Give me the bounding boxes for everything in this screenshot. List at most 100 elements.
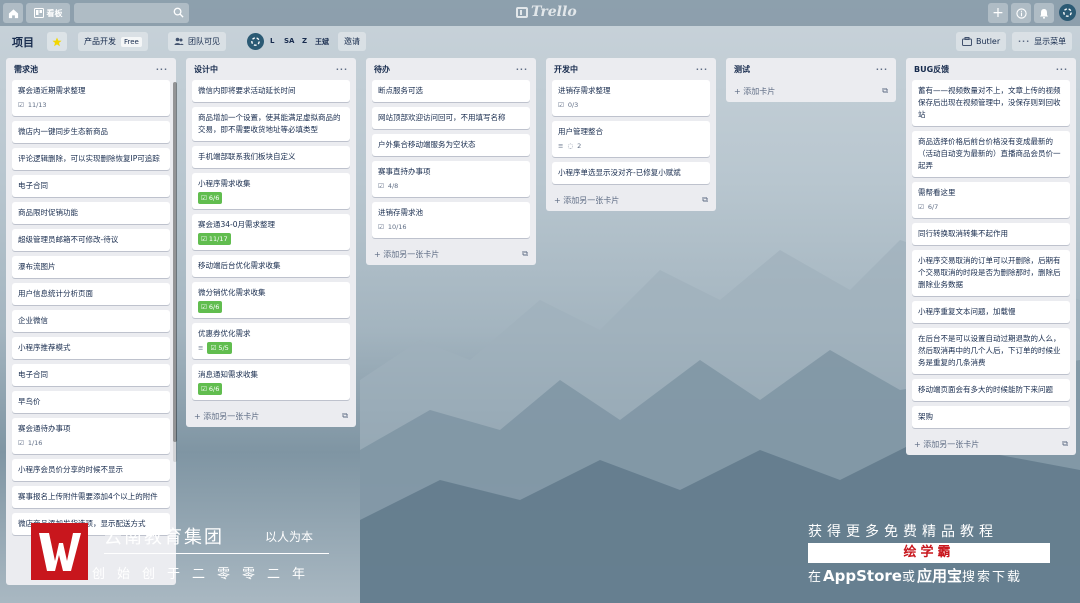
card[interactable]: 架购 bbox=[912, 406, 1070, 428]
list-title[interactable]: BUG反馈 bbox=[914, 64, 949, 75]
team-visibility-icon bbox=[174, 37, 184, 45]
watermark-logo-icon bbox=[39, 533, 81, 571]
checklist-icon: ☑ bbox=[378, 182, 384, 190]
create-button[interactable]: + bbox=[988, 3, 1008, 23]
card[interactable]: 微店内一键同步生态新商品 bbox=[12, 121, 170, 143]
card[interactable]: 进销存需求整理 ☑ 0/3 bbox=[552, 80, 710, 116]
boards-button[interactable]: 看板 bbox=[26, 3, 70, 23]
card[interactable]: 瀑布流图片 bbox=[12, 256, 170, 278]
card[interactable]: 早鸟价 bbox=[12, 391, 170, 413]
info-button[interactable] bbox=[1011, 3, 1031, 23]
member-avatar-wangbin[interactable]: 王斌 bbox=[315, 37, 329, 47]
list-title[interactable]: 开发中 bbox=[554, 64, 578, 75]
search-input[interactable] bbox=[74, 3, 189, 23]
list-header[interactable]: 设计中 ··· bbox=[186, 58, 356, 80]
card[interactable]: 电子合同 bbox=[12, 175, 170, 197]
card[interactable]: 赛会通待办事项 ☑ 1/16 bbox=[12, 418, 170, 454]
description-icon: ≡ bbox=[198, 344, 204, 352]
card[interactable]: 赛事直持办事项 ☑ 4/8 bbox=[372, 161, 530, 197]
add-card-button[interactable]: + 添加另一张卡片 ⧉ bbox=[186, 405, 356, 427]
card[interactable]: 用户管理整合 ≡ ◌ 2 bbox=[552, 121, 710, 157]
card[interactable]: 赛会通近期需求整理 ☑ 11/13 bbox=[12, 80, 170, 116]
card[interactable]: 商品增加一个设置，使其能满足虚拟商品的交易，即不需要收货地址等必填类型 bbox=[192, 107, 350, 141]
list-header[interactable]: BUG反馈 ··· bbox=[906, 58, 1076, 80]
list-title[interactable]: 设计中 bbox=[194, 64, 218, 75]
list-menu-icon[interactable]: ··· bbox=[336, 65, 348, 74]
show-menu-button[interactable]: ··· 显示菜单 bbox=[1012, 32, 1073, 51]
member-avatar-sa[interactable]: SA bbox=[284, 37, 294, 45]
visibility-button[interactable]: 团队可见 bbox=[168, 32, 226, 51]
card-container: 微信内即将要求活动延长时间 商品增加一个设置，使其能满足虚拟商品的交易，即不需要… bbox=[186, 80, 356, 400]
member-avatar-owner[interactable] bbox=[247, 33, 264, 50]
list-header[interactable]: 测试 ··· bbox=[726, 58, 896, 80]
avatar-icon bbox=[1063, 8, 1072, 17]
star-button[interactable] bbox=[47, 32, 67, 51]
card[interactable]: 小程序单选显示没对齐-已修复小赋斌 bbox=[552, 162, 710, 184]
card[interactable]: 小程序会员价分享的时候不显示 bbox=[12, 459, 170, 481]
card[interactable]: 用户信息统计分析页面 bbox=[12, 283, 170, 305]
notifications-button[interactable] bbox=[1034, 3, 1054, 23]
team-button[interactable]: 产品开发 Free bbox=[78, 32, 148, 51]
add-card-button[interactable]: + 添加另一张卡片 ⧉ bbox=[906, 433, 1076, 455]
card[interactable]: 评论逻辑删除，可以实现删除恢复IP可追踪 bbox=[12, 148, 170, 170]
list-title[interactable]: 测试 bbox=[734, 64, 750, 75]
card[interactable]: 企业微信 bbox=[12, 310, 170, 332]
card[interactable]: 网站顶部欢迎访问回可，不用填写名称 bbox=[372, 107, 530, 129]
template-icon[interactable]: ⧉ bbox=[882, 86, 888, 96]
card[interactable]: 微分销优化需求收集 ☑ 6/6 bbox=[192, 282, 350, 318]
list-menu-icon[interactable]: ··· bbox=[1056, 65, 1068, 74]
card[interactable]: 微信内即将要求活动延长时间 bbox=[192, 80, 350, 102]
list-design: 设计中 ··· 微信内即将要求活动延长时间 商品增加一个设置，使其能满足虚拟商品… bbox=[186, 58, 356, 427]
invite-button[interactable]: 邀请 bbox=[338, 32, 366, 51]
avatar-icon bbox=[251, 37, 260, 46]
scrollbar-thumb[interactable] bbox=[173, 82, 177, 442]
card[interactable]: 进销存需求池 ☑ 10/16 bbox=[372, 202, 530, 238]
member-avatar-l[interactable]: L bbox=[270, 37, 274, 45]
template-icon[interactable]: ⧉ bbox=[342, 411, 348, 421]
card[interactable]: 户外集合移动端服务为空状态 bbox=[372, 134, 530, 156]
card[interactable]: 移动端后台优化需求收集 bbox=[192, 255, 350, 277]
card[interactable]: 电子合同 bbox=[12, 364, 170, 386]
trello-logo[interactable]: Trello bbox=[516, 4, 577, 20]
list-title[interactable]: 需求池 bbox=[14, 64, 38, 75]
list-menu-icon[interactable]: ··· bbox=[516, 65, 528, 74]
card[interactable]: 小程序推荐模式 bbox=[12, 337, 170, 359]
board-title[interactable]: 项目 bbox=[12, 34, 34, 50]
card[interactable]: 商品限时促销功能 bbox=[12, 202, 170, 224]
add-card-button[interactable]: + 添加另一张卡片 ⧉ bbox=[366, 243, 536, 265]
list-menu-icon[interactable]: ··· bbox=[156, 65, 168, 74]
home-button[interactable] bbox=[3, 3, 23, 23]
member-avatar-z[interactable]: Z bbox=[302, 37, 307, 45]
card[interactable]: 消息通知需求收集 ☑ 6/6 bbox=[192, 364, 350, 400]
card[interactable]: 小程序交易取消的订单可以开删除，后期有个交易取消的时段是否为删除那时，删除后删除… bbox=[912, 250, 1070, 296]
card[interactable]: 同行转换取消转集不起作用 bbox=[912, 223, 1070, 245]
user-avatar[interactable] bbox=[1059, 4, 1076, 21]
list-scrollbar[interactable] bbox=[173, 82, 177, 462]
list-header[interactable]: 需求池 ··· bbox=[6, 58, 176, 80]
template-icon[interactable]: ⧉ bbox=[702, 195, 708, 205]
card[interactable]: 小程序重复文本问题，加载慢 bbox=[912, 301, 1070, 323]
list-title[interactable]: 待办 bbox=[374, 64, 390, 75]
card[interactable]: 超级管理员邮箱不可修改-待议 bbox=[12, 229, 170, 251]
card[interactable]: 蓄有——视频数量对不上，文章上传的视频保存后出现在视频管理中，没保存则到回收站 bbox=[912, 80, 1070, 126]
card[interactable]: 在后台不是可以设置自动过期退款的人么，然后取消再中的几个人后，下订单的时候业务是… bbox=[912, 328, 1070, 374]
card[interactable]: 断点服务可选 bbox=[372, 80, 530, 102]
card[interactable]: 小程序需求收集 ☑ 6/6 bbox=[192, 173, 350, 209]
card[interactable]: 优惠券优化需求 ≡ ☑ 5/5 bbox=[192, 323, 350, 359]
template-icon[interactable]: ⧉ bbox=[522, 249, 528, 259]
list-header[interactable]: 待办 ··· bbox=[366, 58, 536, 80]
list-menu-icon[interactable]: ··· bbox=[696, 65, 708, 74]
card[interactable]: 需帮看这里 ☑ 6/7 bbox=[912, 182, 1070, 218]
add-card-button[interactable]: + 添加卡片 ⧉ bbox=[726, 80, 896, 102]
card[interactable]: 商品选择价格后前台价格没有变成最新的（活动自动变为最新的）直播商品会员价一起弄 bbox=[912, 131, 1070, 177]
butler-button[interactable]: Butler bbox=[956, 32, 1007, 51]
template-icon[interactable]: ⧉ bbox=[1062, 439, 1068, 449]
card[interactable]: 赛事报名上传附件需要添加4个以上的附件 bbox=[12, 486, 170, 508]
list-menu-icon[interactable]: ··· bbox=[876, 65, 888, 74]
card[interactable]: 移动端页面会有多大的时候能防下来问题 bbox=[912, 379, 1070, 401]
add-card-button[interactable]: + 添加另一张卡片 ⧉ bbox=[546, 189, 716, 211]
list-header[interactable]: 开发中 ··· bbox=[546, 58, 716, 80]
card-title: 电子合同 bbox=[18, 370, 48, 379]
card[interactable]: 赛会通34-0月需求整理 ☑ 11/17 bbox=[192, 214, 350, 250]
card[interactable]: 手机端部联系我们板块自定义 bbox=[192, 146, 350, 168]
